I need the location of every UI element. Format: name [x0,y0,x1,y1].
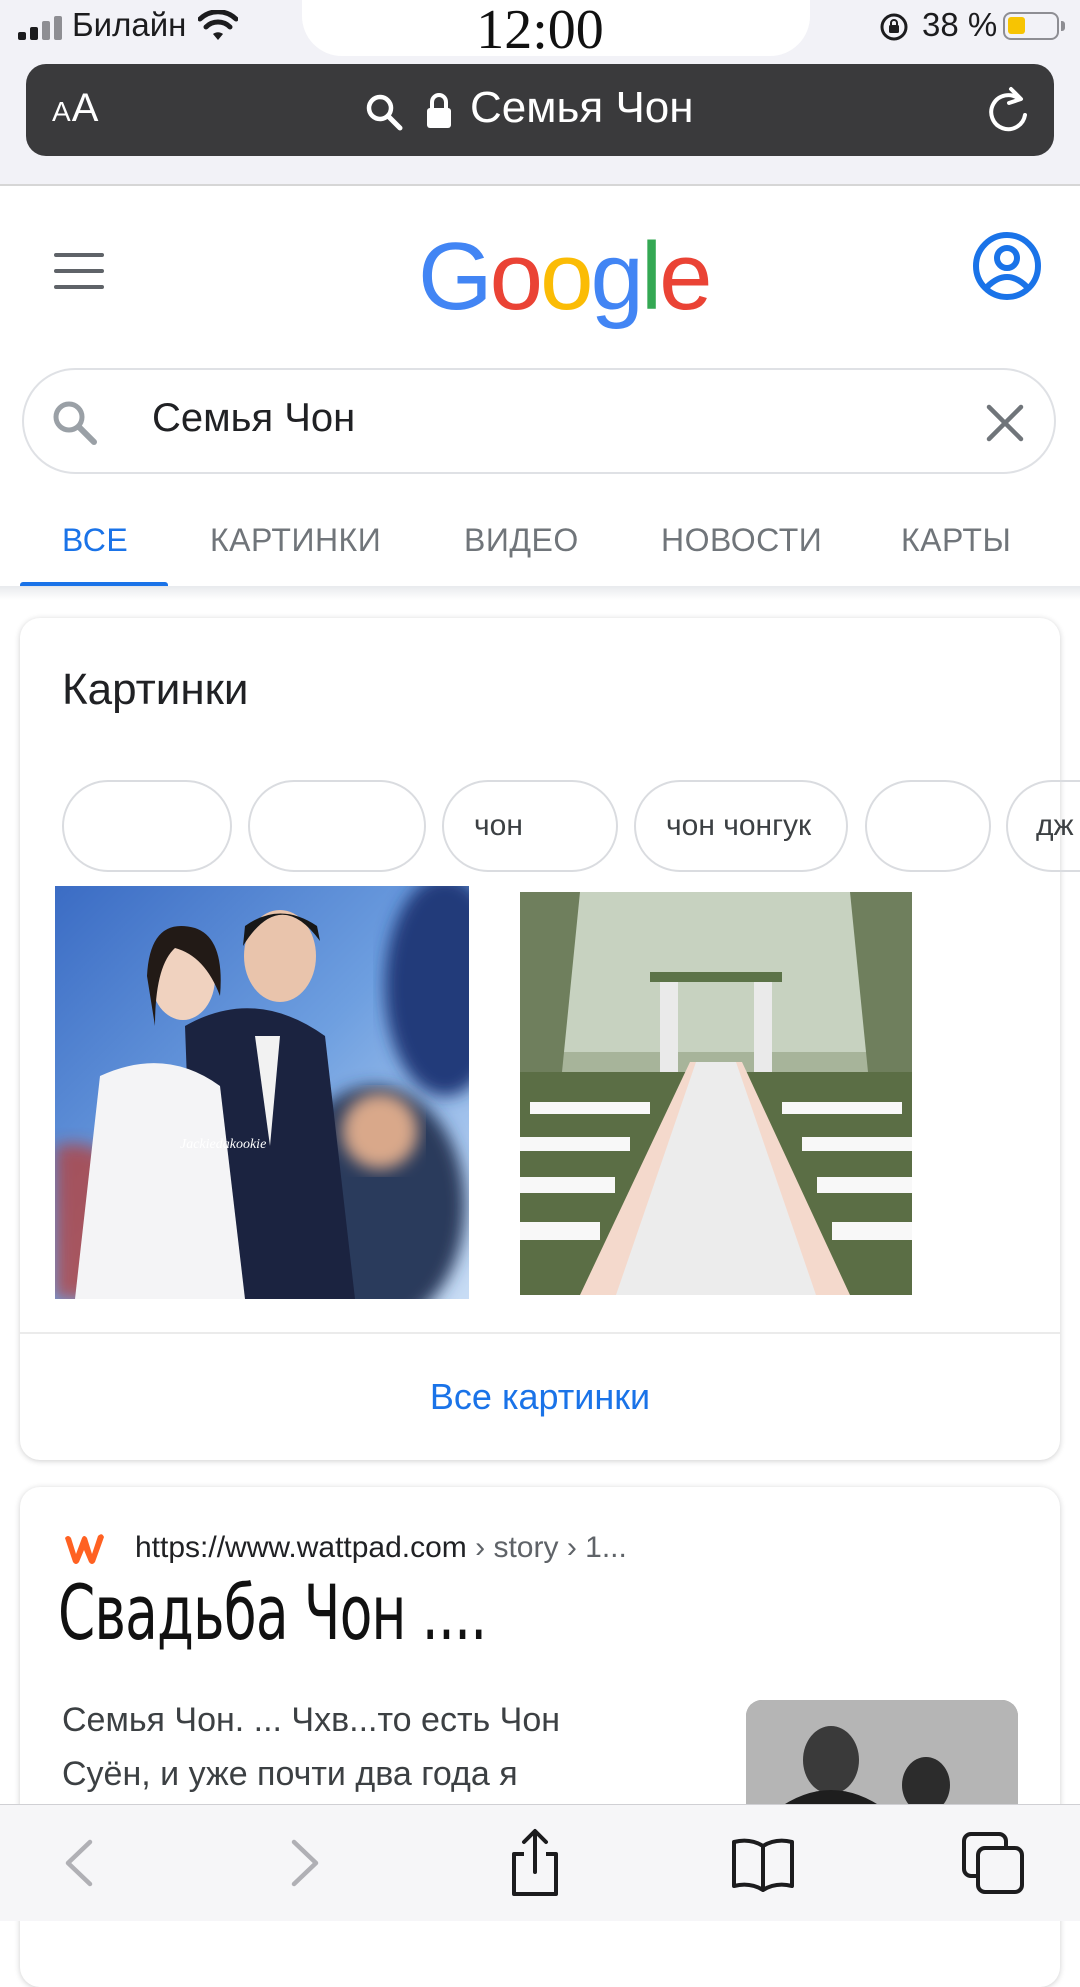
battery-percent: 38 % [922,6,998,43]
tab-all[interactable]: ВСЕ [62,522,128,559]
share-icon[interactable] [500,1828,570,1898]
tab-video[interactable]: ВИДЕО [464,522,579,559]
result-breadcrumb: › story › 1... [466,1531,627,1564]
search-input[interactable]: Семья Чон [152,396,355,441]
battery-icon [1003,12,1065,40]
tabs-icon[interactable] [958,1828,1028,1898]
image-chip[interactable] [865,780,991,872]
page-title[interactable]: Семья Чон [470,83,694,133]
result-domain[interactable]: https://www.wattpad.com [135,1531,467,1564]
snippet-line: Семья Чон. ... Чхв...то есть Чон [62,1701,561,1739]
snippet-line: Суён, и уже почти два года я [62,1755,518,1793]
all-images-link[interactable]: Все картинки [20,1376,1060,1418]
menu-icon[interactable] [54,253,104,289]
rotation-lock-icon [880,13,908,41]
search-icon [366,94,403,131]
image-chip[interactable] [62,780,232,872]
result-url[interactable]: https://www.wattpad.com › story › 1... [135,1531,627,1565]
image-chip[interactable] [248,780,426,872]
tab-news[interactable]: НОВОСТИ [661,522,822,559]
tab-images[interactable]: КАРТИНКИ [210,522,381,559]
wattpad-icon [65,1534,104,1564]
divider [20,1332,1060,1334]
back-icon[interactable] [44,1828,114,1898]
wifi-icon [198,10,238,40]
image-thumbnail[interactable] [520,892,912,1295]
bookmarks-icon[interactable] [728,1828,798,1898]
search-icon[interactable] [50,398,98,446]
cellular-signal-icon [18,14,64,40]
images-card-title: Картинки [62,665,249,714]
tabs-shadow [0,586,1080,600]
account-icon[interactable] [972,231,1042,301]
image-chip[interactable]: чон [442,780,618,872]
reload-icon[interactable] [985,85,1031,135]
result-title[interactable]: Свадьба Чон .... [58,1568,487,1657]
clear-icon[interactable] [986,404,1024,442]
google-logo[interactable]: Google [418,222,713,332]
lock-icon [427,93,451,128]
tab-maps[interactable]: КАРТЫ [901,522,1011,559]
thumbnail-watermark: Jackiedakookie [180,1137,266,1152]
clock: 12:00 [476,0,604,61]
carrier-name: Билайн [72,6,187,43]
image-chip[interactable]: чон чонгук [634,780,848,872]
result-snippet: Семья Чон. ... Чхв...то есть Чон Суён, и… [62,1693,622,1801]
image-thumbnail[interactable]: Jackiedakookie [55,886,469,1299]
forward-icon[interactable] [270,1828,340,1898]
text-size-button[interactable]: AA [52,86,99,131]
